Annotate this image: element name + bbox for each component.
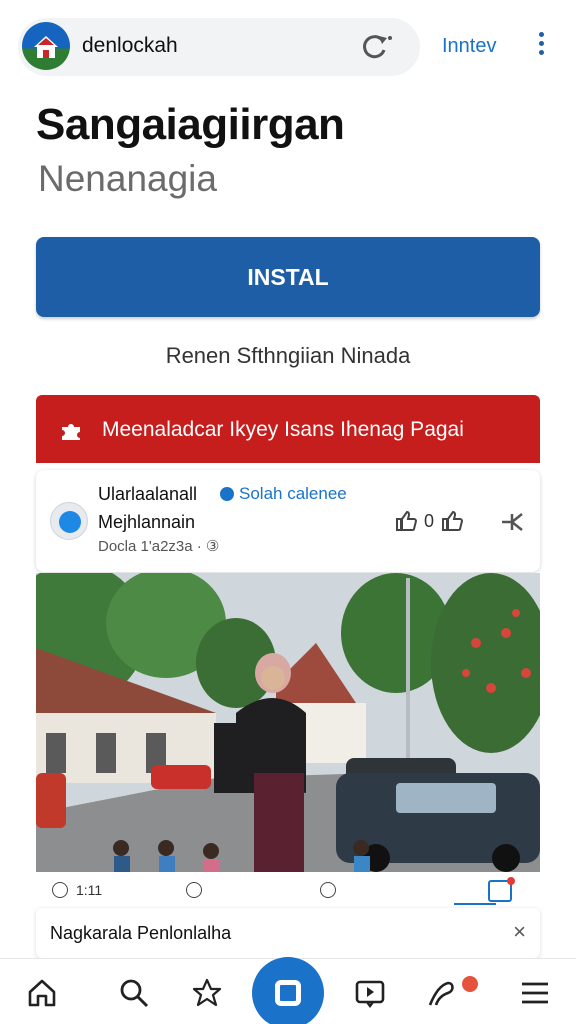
puzzle-icon [62, 424, 80, 440]
page-subtitle: Nenanagia [38, 158, 217, 199]
notice-text: Nagkarala Penlonlalha [50, 923, 232, 943]
banner-text: Meenaladcar Ikyey Isans Ihenag Pagai [102, 418, 464, 441]
comment-icon[interactable] [186, 882, 202, 903]
post-page-name: Mejhlannain [98, 512, 196, 532]
post-photo[interactable] [36, 573, 540, 872]
compose-icon[interactable] [488, 877, 515, 902]
verified-badge: Solah calenee [220, 484, 347, 504]
activity-icon[interactable] [426, 977, 458, 1009]
top-bar: denlockah Inntev [0, 0, 576, 92]
progress-line [454, 903, 496, 905]
search-icon[interactable] [118, 977, 150, 1009]
post-stats: 1:11 [36, 877, 540, 906]
like-count: 0 [424, 510, 435, 531]
home-icon[interactable] [26, 977, 58, 1009]
views-stat: 1:11 [52, 882, 102, 898]
thumbs-up-outline-icon[interactable] [440, 510, 464, 532]
center-action-icon[interactable] [252, 957, 324, 1024]
top-action-link[interactable]: Inntev [442, 35, 496, 58]
close-icon[interactable]: × [513, 919, 526, 945]
views-count: 1:11 [76, 882, 103, 898]
reload-icon[interactable] [360, 32, 392, 60]
site-name: denlockah [82, 34, 178, 57]
verified-icon [220, 487, 234, 501]
like-group: 0 [394, 510, 464, 532]
verified-label: Solah calenee [239, 484, 347, 503]
post-author[interactable]: Ularlaalanall [98, 484, 197, 505]
site-logo-icon[interactable] [22, 22, 70, 70]
post-date: Docla 1'a2z3a · ③ [98, 538, 220, 555]
secondary-link[interactable]: Renen Sfthngiian Ninada [0, 343, 576, 369]
video-icon[interactable] [354, 977, 386, 1009]
install-button[interactable]: INSTAL [36, 237, 540, 317]
page-title: Sangaiagiirgan [36, 100, 345, 149]
notification-badge [462, 976, 478, 992]
post-card: Ularlaalanall Solah calenee Mejhlannain … [36, 470, 540, 572]
more-menu-icon[interactable] [536, 32, 546, 60]
star-icon[interactable] [191, 977, 223, 1009]
thumbs-up-icon[interactable] [394, 510, 418, 532]
share-icon[interactable] [498, 510, 526, 534]
avatar[interactable] [50, 502, 88, 540]
eye-icon [52, 882, 68, 898]
bottom-nav [0, 957, 576, 1024]
notice-card: Nagkarala Penlonlalha × [36, 908, 540, 958]
alert-banner[interactable]: Meenaladcar Ikyey Isans Ihenag Pagai [36, 395, 540, 463]
dropdown-circle-icon[interactable] [320, 882, 336, 903]
menu-icon[interactable] [519, 977, 551, 1009]
